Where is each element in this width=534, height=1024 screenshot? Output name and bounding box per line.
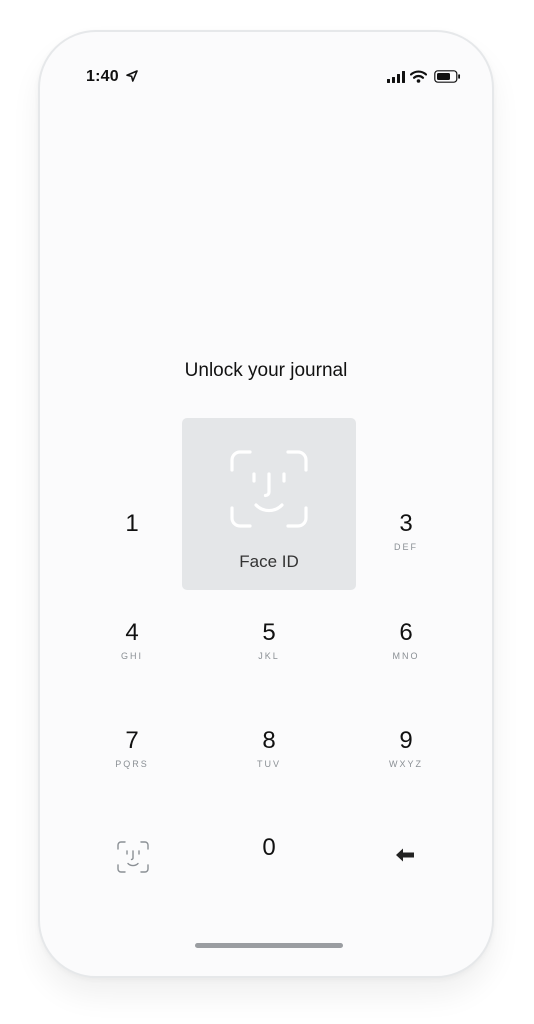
- keypad-key-7[interactable]: 7 PQRS: [82, 717, 182, 797]
- key-letters: DEF: [394, 542, 418, 552]
- key-digit: 3: [399, 510, 413, 537]
- cellular-signal-icon: [387, 71, 405, 83]
- face-id-button[interactable]: Face ID: [182, 418, 356, 590]
- unlock-title: Unlock your journal: [184, 360, 348, 381]
- location-arrow-icon: [126, 70, 138, 82]
- keypad-key-3[interactable]: 3 DEF: [356, 500, 456, 580]
- key-digit: 7: [125, 727, 139, 754]
- keypad-key-4[interactable]: 4 GHI: [82, 609, 182, 689]
- backspace-arrow-icon[interactable]: [396, 848, 414, 862]
- home-indicator[interactable]: [195, 943, 343, 948]
- key-letters: MNO: [392, 651, 420, 661]
- keypad-key-8[interactable]: 8 TUV: [219, 717, 319, 797]
- keypad-key-5[interactable]: 5 JKL: [219, 609, 319, 689]
- key-digit: 6: [399, 619, 413, 646]
- face-id-label: Face ID: [239, 552, 299, 571]
- key-digit: 8: [262, 727, 276, 754]
- keypad-key-0[interactable]: 0: [219, 824, 319, 904]
- key-letters: JKL: [258, 651, 280, 661]
- key-digit: 4: [125, 619, 139, 646]
- key-digit: 5: [262, 619, 276, 646]
- key-letters: TUV: [257, 759, 281, 769]
- key-digit: 0: [262, 834, 276, 861]
- face-id-icon: [230, 450, 308, 528]
- battery-icon: [434, 70, 460, 83]
- key-letters: PQRS: [115, 759, 149, 769]
- status-time: 1:40: [86, 68, 119, 85]
- wifi-icon: [410, 70, 427, 83]
- keypad-key-9[interactable]: 9 WXYZ: [356, 717, 456, 797]
- status-bar: 1:40: [40, 66, 492, 90]
- keypad-key-6[interactable]: 6 MNO: [356, 609, 456, 689]
- face-id-icon[interactable]: [117, 841, 149, 873]
- key-digit: 9: [399, 727, 413, 754]
- key-digit: 1: [125, 510, 139, 537]
- key-letters: WXYZ: [389, 759, 423, 769]
- key-letters: GHI: [120, 651, 143, 661]
- keypad-key-1[interactable]: 1: [82, 500, 182, 580]
- phone-frame: 1:40 Unlock your journal Face ID 1 3 DEF…: [38, 30, 494, 978]
